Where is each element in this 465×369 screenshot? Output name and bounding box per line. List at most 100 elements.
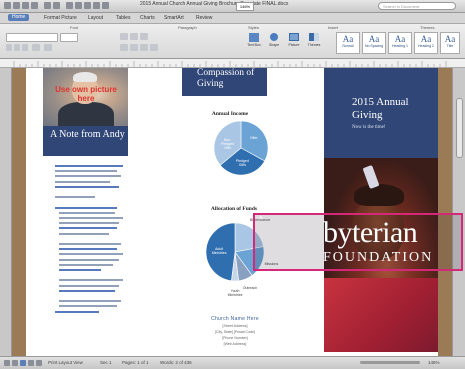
annual-giving-title: 2015 Annual Giving — [352, 96, 409, 121]
tab-tables[interactable]: Tables — [116, 15, 130, 21]
print-layout-view-icon[interactable] — [20, 360, 26, 366]
text-line — [59, 263, 113, 266]
picture-button[interactable]: Picture — [286, 32, 302, 47]
style-heading-1[interactable]: Aa Heading 1 — [388, 32, 412, 54]
group-themes-label: Themes — [420, 25, 435, 30]
align-right-button[interactable] — [140, 44, 148, 51]
sidebar-icon[interactable] — [84, 2, 91, 9]
text-line — [59, 289, 115, 292]
table-icon[interactable] — [66, 2, 73, 9]
text-line — [59, 253, 123, 256]
note-title: A Note from Andy — [50, 129, 125, 140]
tab-review[interactable]: Review — [196, 15, 212, 21]
ruler-ticks — [13, 61, 447, 67]
tab-layout[interactable]: Layout — [88, 15, 103, 21]
italic-button[interactable] — [14, 44, 20, 51]
pie-slice-label: Offer — [249, 136, 258, 141]
child-shirt — [324, 278, 438, 352]
text-line — [59, 232, 109, 235]
group-paragraph-label: Paragraph — [178, 25, 197, 30]
shape-button[interactable]: Shape — [266, 32, 282, 47]
text-line — [59, 222, 119, 225]
ribbon: Font Paragraph Styles Insert Themes Text… — [0, 24, 465, 59]
text-box-button[interactable]: Text Box — [246, 32, 262, 47]
group-styles-label: Styles — [248, 25, 259, 30]
pie-slice-label: Youth Ministries — [227, 288, 243, 297]
save-icon[interactable] — [22, 2, 29, 9]
style-normal[interactable]: Aa Normal — [336, 32, 360, 54]
text-line — [59, 258, 119, 261]
search-input[interactable]: Search in Document — [378, 2, 456, 10]
vertical-scrollbar[interactable] — [452, 68, 465, 356]
text-line — [59, 217, 123, 219]
bold-button[interactable] — [6, 44, 12, 51]
media-icon[interactable] — [93, 2, 100, 9]
photo-instruction-label: Use own picture here — [55, 85, 117, 103]
pie-slice-label: Adult Ministries — [211, 246, 227, 255]
align-center-button[interactable] — [130, 44, 138, 51]
draft-view-icon[interactable] — [4, 360, 10, 366]
zoom-slider[interactable] — [360, 361, 420, 364]
address-city: [City, State] [Postal Code] — [215, 330, 255, 334]
text-line — [55, 206, 117, 209]
font-name-select[interactable] — [6, 33, 58, 42]
text-line — [59, 211, 115, 214]
picture-icon — [289, 33, 299, 41]
scrollbar-thumb[interactable] — [456, 98, 463, 158]
vertical-ruler[interactable] — [0, 68, 12, 356]
letter-body-text[interactable] — [55, 165, 123, 335]
font-color-button[interactable] — [44, 44, 52, 51]
shape-icon — [270, 33, 278, 41]
horizontal-ruler[interactable] — [0, 59, 465, 68]
redo-icon[interactable] — [53, 2, 60, 9]
tab-smartart[interactable]: SmartArt — [164, 15, 184, 21]
photo-person-hair — [73, 72, 97, 82]
section-indicator: Sec 1 — [100, 360, 112, 365]
tab-home[interactable]: Home — [8, 14, 30, 21]
word-count: Words: 2 of 436 — [160, 360, 192, 365]
child-hair — [354, 184, 404, 206]
group-font-label: Font — [70, 25, 79, 30]
tab-format-picture[interactable]: Format Picture — [44, 15, 77, 21]
new-document-icon[interactable] — [4, 2, 11, 9]
underline-button[interactable] — [22, 44, 28, 51]
page-indicator: Pages: 1 of 1 — [122, 360, 149, 365]
outline-view-icon[interactable] — [12, 360, 18, 366]
address-phone: [Phone Number] — [222, 336, 248, 340]
annual-income-title: Annual Income — [211, 111, 249, 117]
numbering-button[interactable] — [130, 33, 138, 40]
tab-charts[interactable]: Charts — [140, 15, 155, 21]
columns-icon[interactable] — [75, 2, 82, 9]
cursor-icon: ↖ — [259, 216, 265, 222]
address-street: [Street Address] — [222, 324, 248, 328]
style-no-spacing[interactable]: Aa No Spacing — [362, 32, 386, 54]
zoom-select[interactable]: 146% — [236, 2, 254, 11]
themes-button[interactable]: Themes — [306, 32, 322, 47]
group-insert-label: Insert — [328, 25, 339, 30]
zoom-level: 146% — [428, 360, 440, 365]
view-label: Print Layout View — [48, 360, 83, 365]
annual-giving-box: 2015 Annual Giving Now is the time! — [324, 68, 438, 158]
address-web: [Web Address] — [223, 342, 247, 346]
text-line — [59, 284, 119, 287]
justify-button[interactable] — [150, 44, 158, 51]
placeholder-photo[interactable]: Use own picture here — [43, 68, 128, 126]
bullets-button[interactable] — [120, 33, 128, 40]
photo-person-body — [58, 102, 114, 126]
indent-button[interactable] — [140, 33, 148, 40]
style-heading-2[interactable]: Aa Heading 2 — [414, 32, 438, 54]
text-line — [55, 165, 123, 167]
open-icon[interactable] — [13, 2, 20, 9]
style-title[interactable]: Aa Title — [440, 32, 460, 54]
toolbox-icon[interactable] — [102, 2, 109, 9]
publishing-view-icon[interactable] — [36, 360, 42, 366]
undo-icon[interactable] — [44, 2, 51, 9]
text-line — [59, 279, 123, 282]
font-size-select[interactable] — [60, 33, 78, 42]
align-left-button[interactable] — [120, 44, 128, 51]
text-line — [59, 300, 121, 303]
highlight-button[interactable] — [32, 44, 40, 51]
notebook-view-icon[interactable] — [28, 360, 34, 366]
church-name: Church Name Here — [211, 316, 259, 322]
print-icon[interactable] — [31, 2, 38, 9]
